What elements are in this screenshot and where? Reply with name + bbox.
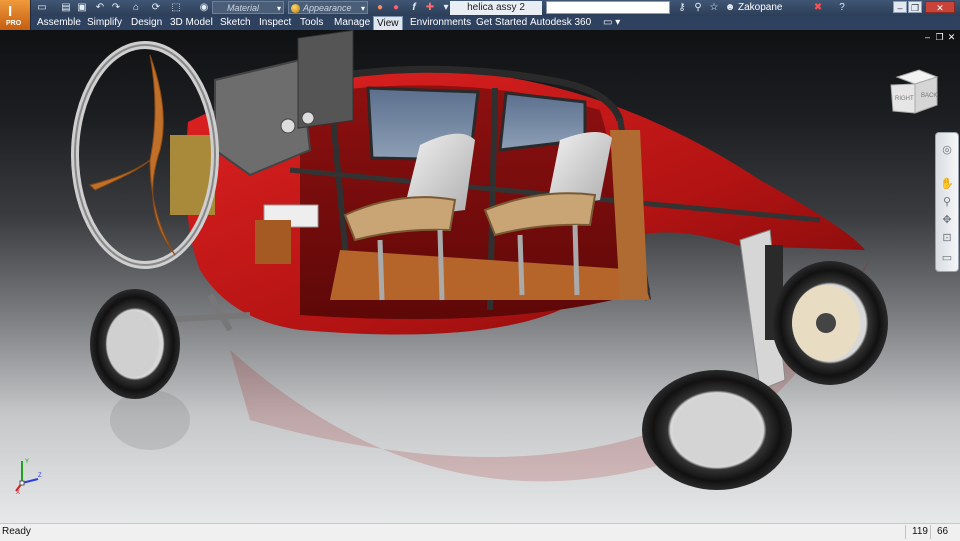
exchange-icon[interactable]: ✖ [812, 2, 824, 14]
triad-z-label: Z [38, 473, 42, 479]
status-divider [930, 525, 931, 539]
viewport-close-icon[interactable]: ✕ [947, 33, 956, 42]
triad-x-label: X [16, 490, 20, 495]
tab-view[interactable]: View [373, 16, 403, 30]
appearance-swatch-icon [291, 4, 300, 13]
tab-simplify[interactable]: Simplify [87, 16, 122, 30]
ribbon-tab-bar: Assemble Simplify Design 3D Model Sketch… [0, 16, 960, 30]
viewcube-face-right: RIGHT [895, 96, 914, 102]
close-button[interactable]: ✕ [925, 1, 955, 13]
save-icon[interactable]: ▣ [76, 2, 88, 14]
star-icon[interactable]: ☆ [708, 2, 720, 14]
tab-design[interactable]: Design [131, 16, 162, 30]
viewport-minimize-icon[interactable]: – [923, 33, 932, 42]
viewcube[interactable]: RIGHT BACK [889, 67, 939, 117]
help-search-input[interactable] [546, 1, 670, 14]
user-icon[interactable]: ☻ [724, 2, 736, 14]
key-icon[interactable]: ⚷ [676, 2, 688, 14]
tab-3d-model[interactable]: 3D Model [170, 16, 213, 30]
appearance-placeholder: Appearance [303, 3, 352, 13]
app-edition: PRO [6, 20, 22, 27]
open-icon[interactable]: ▤ [60, 2, 72, 14]
graphics-viewport[interactable]: – ❐ ✕ RIGHT BACK ◎ ✋ ⚲ ✥ ⊡ ▭ X Y Z [0, 30, 960, 523]
material-placeholder: Material [227, 3, 260, 13]
tab-sketch[interactable]: Sketch [220, 16, 251, 30]
chevron-down-icon: ▾ [360, 4, 365, 13]
restore-button[interactable]: ❐ [908, 1, 922, 13]
help-icon[interactable]: ? [836, 2, 848, 14]
redo-icon[interactable]: ↷ [110, 2, 122, 14]
triad-y-label: Y [25, 459, 29, 465]
status-bar: Ready 119 66 [0, 523, 960, 541]
user-name[interactable]: Zakopane [738, 2, 782, 14]
document-count: 66 [937, 526, 949, 537]
orbit-icon[interactable]: ✥ [940, 213, 954, 227]
wheel-front [90, 289, 180, 399]
undo-icon[interactable]: ↶ [94, 2, 106, 14]
update-icon[interactable]: ⟳ [150, 2, 162, 14]
look-at-icon[interactable]: ⊡ [940, 231, 954, 245]
new-file-icon[interactable]: ▭ [36, 2, 48, 14]
title-bar: ▭ ▤ ▣ ↶ ↷ ⌂ ⟳ ⬚ ◉ Material ▾ Appearance … [0, 0, 960, 16]
select-icon[interactable]: ⬚ [170, 2, 182, 14]
wheel-right-rear [772, 261, 888, 385]
tab-environments[interactable]: Environments [410, 16, 471, 30]
viewport-restore-icon[interactable]: ❐ [935, 33, 944, 42]
coordinate-triad: X Y Z [15, 459, 42, 495]
ribbon-toggle-icon[interactable]: ▭ ▾ [603, 16, 620, 30]
navigation-bar: ◎ ✋ ⚲ ✥ ⊡ ▭ [935, 132, 959, 272]
status-text: Ready [2, 526, 31, 537]
chevron-down-icon: ▾ [276, 4, 281, 13]
material-dropdown[interactable]: Material ▾ [212, 1, 284, 14]
document-title: helica assy 2 [450, 1, 542, 15]
measure-icon[interactable]: ✚ [424, 2, 436, 14]
propeller [89, 54, 176, 256]
tab-assemble[interactable]: Assemble [37, 16, 81, 30]
wheel-left-rear [642, 370, 792, 490]
tab-inspect[interactable]: Inspect [259, 16, 291, 30]
pan-icon[interactable]: ✋ [940, 177, 954, 191]
app-logo: I [8, 3, 13, 20]
nav-menu-icon[interactable]: ▭ [940, 251, 954, 265]
material-icon[interactable]: ◉ [198, 2, 210, 14]
model-render [71, 30, 888, 490]
zoom-icon[interactable]: ⚲ [940, 195, 954, 209]
status-divider [905, 525, 906, 539]
application-menu-button[interactable]: I PRO [0, 0, 31, 30]
occurrence-count: 119 [912, 526, 928, 537]
viewcube-face-back: BACK [921, 93, 937, 99]
steering-wheel-icon[interactable]: ◎ [940, 143, 954, 157]
tab-autodesk-360[interactable]: Autodesk 360 [530, 16, 591, 30]
minimize-button[interactable]: – [893, 1, 907, 13]
tab-manage[interactable]: Manage [334, 16, 370, 30]
tab-get-started[interactable]: Get Started [476, 16, 527, 30]
clear-appearance-icon[interactable]: ● [374, 2, 386, 14]
search-icon[interactable]: ⚲ [692, 2, 704, 14]
tab-tools[interactable]: Tools [300, 16, 323, 30]
appearance-dropdown[interactable]: Appearance ▾ [288, 1, 368, 14]
home-icon[interactable]: ⌂ [130, 2, 142, 14]
fx-parameters-icon[interactable]: f [408, 2, 420, 14]
adjust-appearance-icon[interactable]: ● [390, 2, 402, 14]
